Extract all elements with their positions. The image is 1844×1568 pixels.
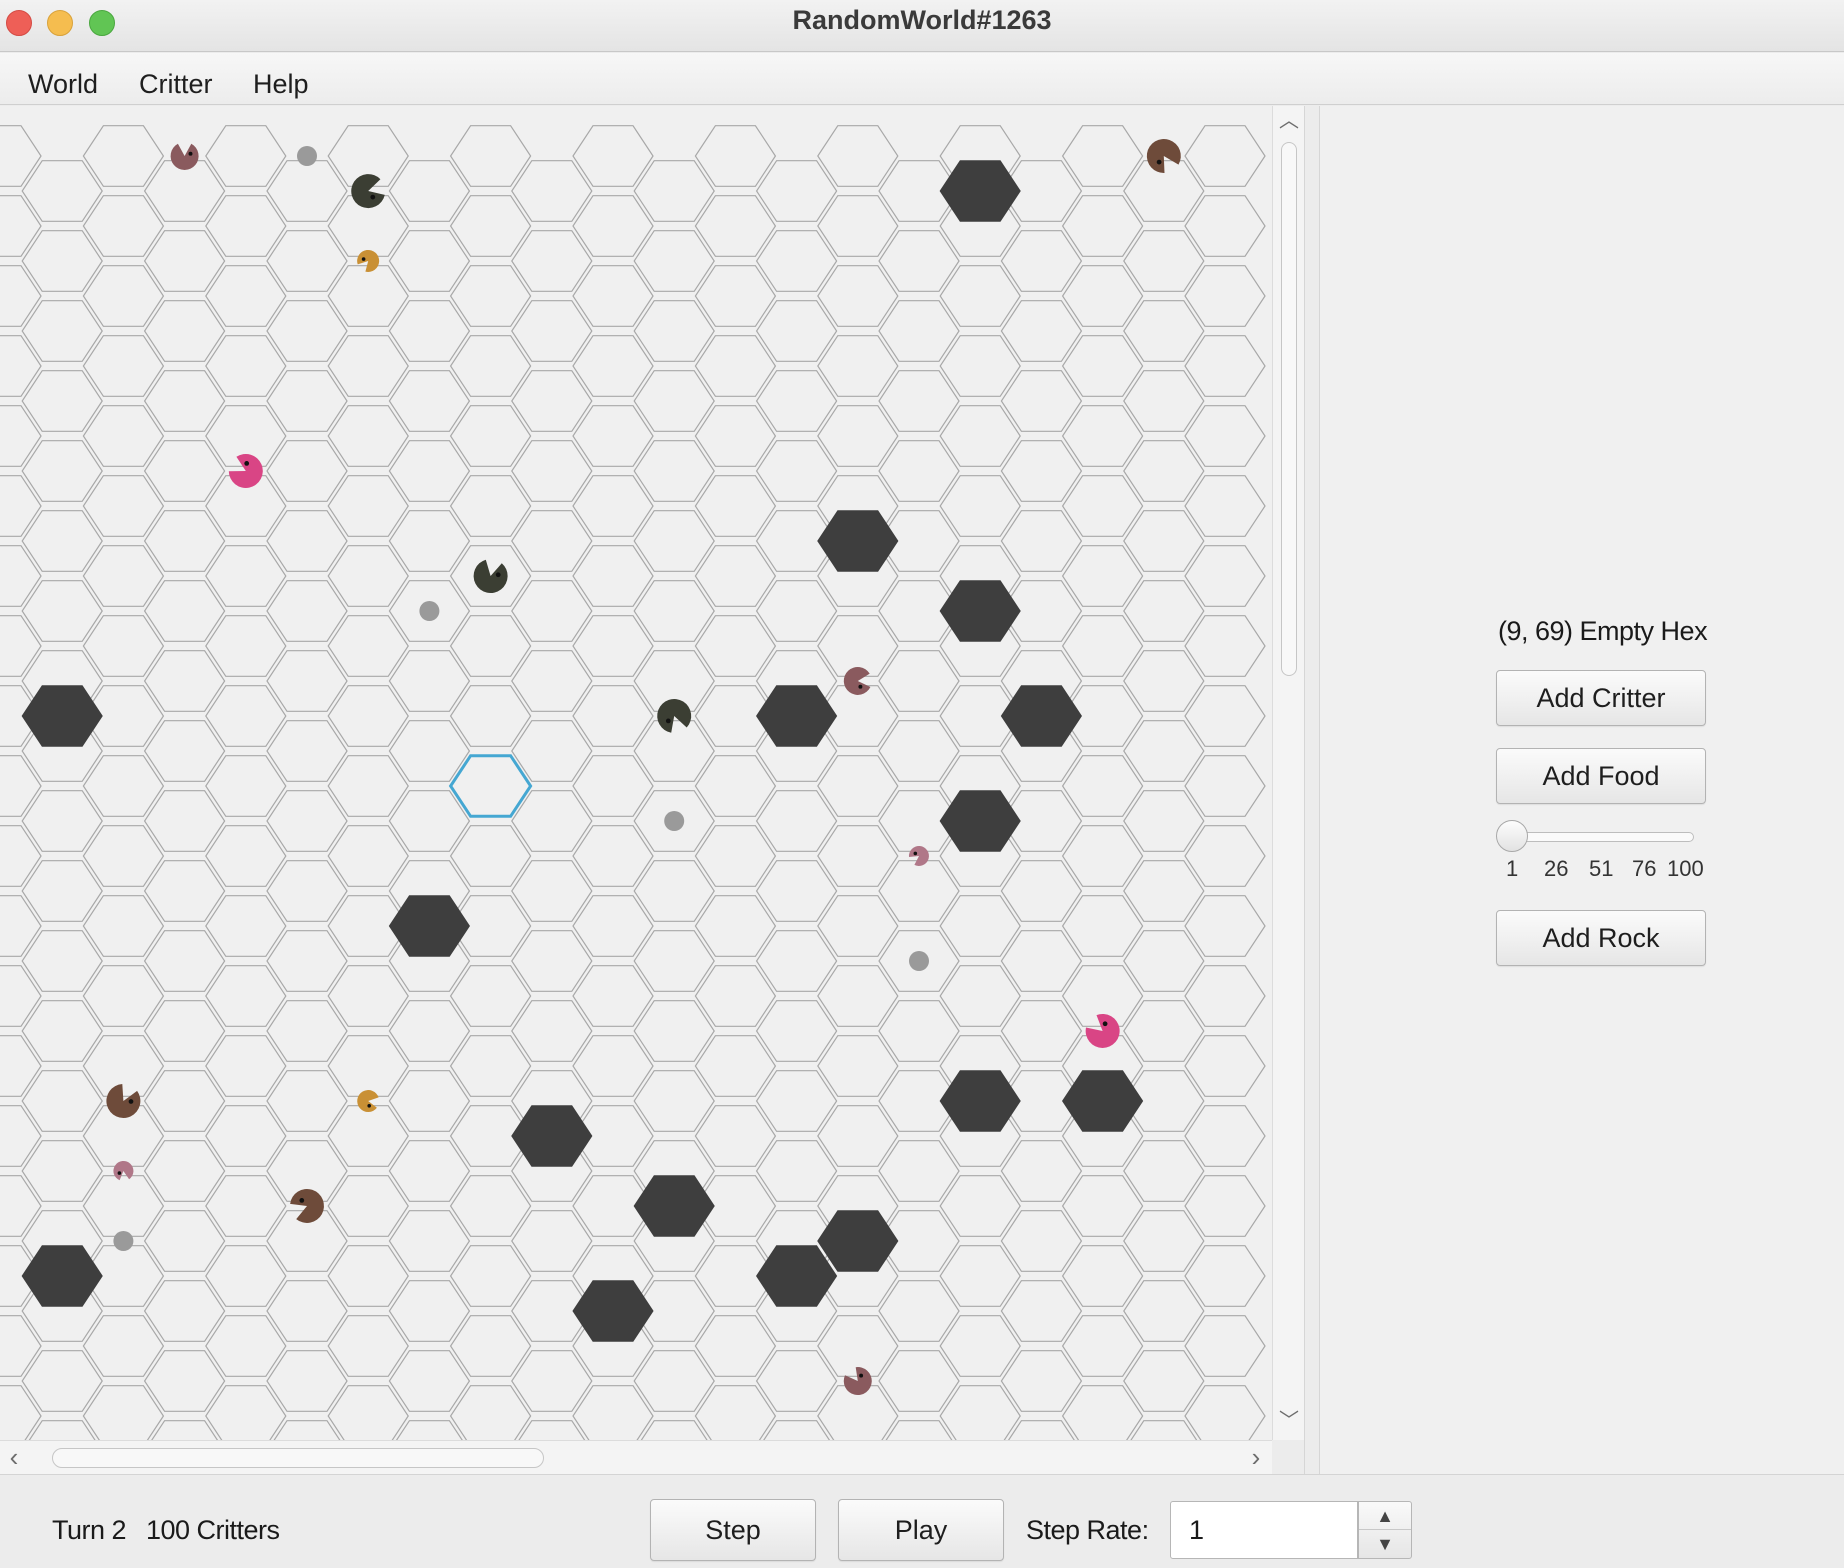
critter-count: 100 Critters (146, 1515, 280, 1545)
chevron-right-icon[interactable]: › (1242, 1441, 1270, 1475)
critter-eye (858, 684, 863, 689)
add-critter-button[interactable]: Add Critter (1496, 670, 1706, 726)
food-item[interactable] (909, 951, 929, 971)
step-rate-input[interactable] (1170, 1501, 1358, 1559)
hex-grid[interactable] (0, 106, 1272, 1440)
spinner-up-icon[interactable]: ▲ (1359, 1502, 1411, 1530)
hex-info-label: (9, 69) Empty Hex (1498, 616, 1708, 646)
critter-eye (128, 1099, 134, 1104)
critter-eye (859, 1373, 864, 1378)
critter-eye (1102, 1021, 1108, 1027)
critter-eye (495, 572, 501, 578)
split-pane-divider[interactable] (1304, 106, 1320, 1474)
food-amount-slider[interactable] (1510, 832, 1694, 842)
window-title: RandomWorld#1263 (792, 5, 1052, 35)
side-panel: (9, 69) Empty Hex Add Critter Add Food 1… (1320, 106, 1844, 1474)
critter-eye (188, 151, 193, 156)
critter-eye (1156, 159, 1162, 165)
food-item[interactable] (419, 601, 440, 621)
critter-eye (117, 1171, 122, 1175)
critter-eye (244, 461, 250, 466)
vertical-scrollbar[interactable]: ︿ ﹀ (1272, 106, 1304, 1440)
chevron-left-icon[interactable]: ‹ (0, 1441, 28, 1475)
horizontal-scrollbar[interactable]: ‹ › (0, 1440, 1272, 1474)
menu-world[interactable]: World (28, 69, 98, 100)
menu-bar: World Critter Help (0, 53, 1844, 105)
critter-eye (361, 257, 366, 261)
step-button[interactable]: Step (650, 1499, 816, 1561)
add-food-button[interactable]: Add Food (1496, 748, 1706, 804)
food-item[interactable] (297, 146, 317, 166)
world-view[interactable] (0, 106, 1272, 1440)
slider-tick-label: 76 (1632, 856, 1657, 881)
critter-eye (913, 851, 918, 856)
slider-tick-label: 26 (1544, 856, 1569, 881)
play-button[interactable]: Play (838, 1499, 1004, 1561)
step-rate-label: Step Rate: (1026, 1515, 1149, 1545)
status-bar: Turn 2 100 Critters Step Play Step Rate:… (0, 1474, 1844, 1568)
food-item[interactable] (113, 1231, 134, 1251)
step-rate-spinner[interactable]: ▲ ▼ (1358, 1501, 1412, 1559)
slider-tick-label: 1 (1506, 856, 1519, 881)
vertical-scroll-thumb[interactable] (1281, 142, 1297, 676)
chevron-down-icon[interactable]: ﹀ (1273, 1406, 1305, 1436)
critter-eye (665, 718, 671, 724)
title-bar: RandomWorld#1263 (0, 0, 1844, 52)
turn-counter: Turn 2 (52, 1515, 127, 1545)
critter-eye (370, 194, 376, 200)
chevron-up-icon[interactable]: ︿ (1273, 106, 1305, 136)
critter-eye (299, 1198, 305, 1203)
slider-tick-label: 100 (1667, 856, 1704, 881)
food-amount-slider-knob[interactable] (1496, 820, 1528, 852)
horizontal-scroll-thumb[interactable] (52, 1448, 544, 1468)
critter-eye (367, 1104, 372, 1108)
slider-tick-label: 51 (1589, 856, 1614, 881)
spinner-down-icon[interactable]: ▼ (1359, 1530, 1411, 1558)
food-item[interactable] (664, 811, 685, 831)
menu-help[interactable]: Help (253, 69, 309, 100)
add-rock-button[interactable]: Add Rock (1496, 910, 1706, 966)
menu-critter[interactable]: Critter (139, 69, 213, 100)
